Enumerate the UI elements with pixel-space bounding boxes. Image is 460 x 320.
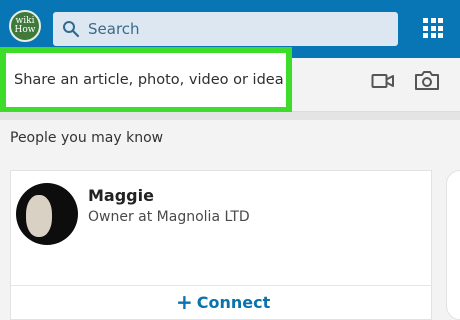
- share-prompt-text: Share an article, photo, video or idea: [14, 72, 284, 88]
- person-photo[interactable]: [16, 183, 78, 245]
- camera-icon[interactable]: [414, 69, 440, 91]
- person-name[interactable]: Maggie: [88, 186, 154, 205]
- next-person-card[interactable]: [446, 170, 460, 320]
- apps-grid-icon[interactable]: [423, 18, 443, 38]
- search-placeholder: Search: [88, 20, 140, 38]
- search-bar[interactable]: Search: [53, 12, 398, 46]
- person-headline: Owner at Magnolia LTD: [88, 209, 250, 225]
- video-camera-icon[interactable]: [371, 71, 395, 91]
- card-divider: [10, 285, 432, 286]
- avatar-text-line2: How: [14, 25, 36, 35]
- plus-icon: +: [176, 290, 193, 314]
- search-icon: [63, 21, 80, 38]
- connect-button[interactable]: + Connect: [176, 292, 270, 312]
- share-update-field[interactable]: Share an article, photo, video or idea: [0, 47, 292, 113]
- person-face: [26, 195, 52, 237]
- section-divider: [0, 112, 460, 120]
- profile-avatar[interactable]: wiki How: [9, 10, 41, 42]
- connect-label: Connect: [196, 292, 271, 312]
- section-title: People you may know: [10, 130, 164, 146]
